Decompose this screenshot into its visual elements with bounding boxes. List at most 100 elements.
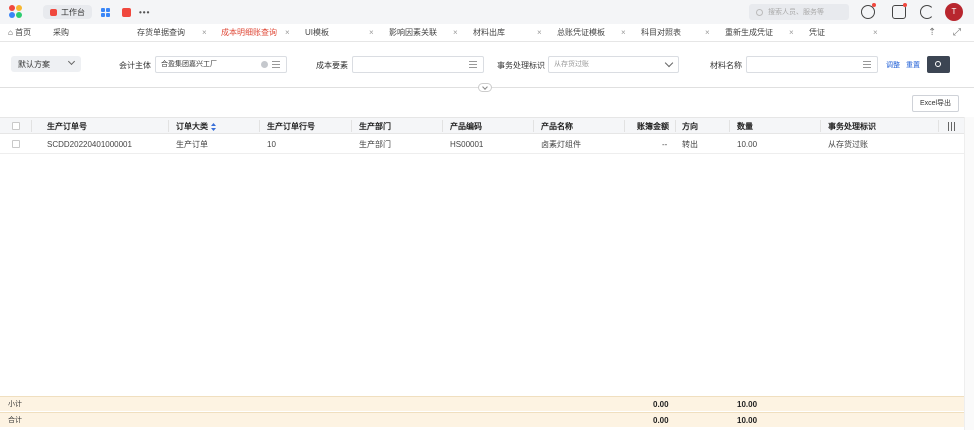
column-header-direction[interactable]: 方向: [682, 118, 698, 135]
avatar[interactable]: T: [945, 3, 963, 21]
tab-label: 存货单据查询: [137, 28, 185, 37]
total-row: 合计 0.00 10.00: [0, 412, 964, 427]
tab-label: UI模板: [305, 28, 329, 37]
tab-label: 采购: [53, 28, 69, 37]
workbench-icon: [50, 8, 57, 16]
reset-link[interactable]: 重置: [906, 60, 920, 70]
cell-dept: 生产部门: [359, 140, 391, 149]
close-icon[interactable]: ×: [537, 24, 542, 42]
subtotal-label: 小计: [8, 401, 22, 408]
tab-bar: ⌂ 首页 采购 存货单据查询 × 成本明细账查询 × UI模板 × 影响因素关联…: [0, 24, 974, 42]
tab-voucher[interactable]: 凭证 ×: [809, 24, 884, 42]
cell-direction: 转出: [682, 140, 698, 149]
transaction-flag-value: 从存货过账: [554, 61, 589, 68]
close-icon[interactable]: ×: [621, 24, 626, 42]
tab-material-outbound[interactable]: 材料出库 ×: [473, 24, 548, 42]
scheme-select[interactable]: 默认方案: [11, 56, 81, 72]
column-header-transaction-flag[interactable]: 事务处理标识: [828, 118, 876, 135]
cost-element-label: 成本要素: [316, 61, 348, 70]
close-icon[interactable]: ×: [705, 24, 710, 42]
headset-icon[interactable]: [920, 5, 934, 19]
tab-gl-voucher-template[interactable]: 总账凭证模板 ×: [557, 24, 632, 42]
collapse-filter-button[interactable]: [478, 83, 492, 92]
message-icon[interactable]: [892, 5, 906, 19]
tab-inventory-doc-query[interactable]: 存货单据查询 ×: [137, 24, 212, 42]
row-checkbox[interactable]: [12, 140, 20, 148]
apps-grid-icon[interactable]: [101, 7, 110, 17]
column-divider: [820, 120, 821, 132]
column-header-dept[interactable]: 生产部门: [359, 118, 391, 135]
app-logo-icon[interactable]: [9, 5, 23, 19]
cell-product-code: HS00001: [450, 140, 484, 149]
search-icon: [935, 61, 941, 67]
column-settings-icon[interactable]: [947, 122, 956, 131]
close-icon[interactable]: ×: [202, 24, 207, 42]
clear-icon[interactable]: [261, 61, 268, 68]
close-icon[interactable]: ×: [285, 24, 290, 42]
list-icon[interactable]: [272, 61, 280, 68]
tab-purchase[interactable]: 采购: [53, 24, 69, 42]
column-header-product-code[interactable]: 产品编码: [450, 118, 482, 135]
tab-factor-link[interactable]: 影响因素关联 ×: [389, 24, 464, 42]
help-badge: [872, 3, 876, 7]
tab-cost-detail-query[interactable]: 成本明细账查询 ×: [221, 24, 296, 42]
list-icon[interactable]: [863, 61, 871, 68]
tab-label: 首页: [15, 28, 32, 37]
tab-label: 成本明细账查询: [221, 28, 277, 37]
close-icon[interactable]: ×: [873, 24, 878, 42]
column-divider: [259, 120, 260, 132]
close-icon[interactable]: ×: [789, 24, 794, 42]
tab-label: 影响因素关联: [389, 28, 437, 37]
tab-home[interactable]: ⌂ 首页: [8, 24, 31, 42]
column-header-book-amount[interactable]: 账簿金额: [637, 118, 669, 135]
cell-order-category: 生产订单: [176, 140, 208, 149]
material-name-field[interactable]: [746, 56, 878, 73]
select-all-checkbox[interactable]: [12, 122, 20, 130]
table-row[interactable]: SCDD20220401000001 生产订单 10 生产部门 HS00001 …: [0, 135, 964, 154]
workbench-button[interactable]: 工作台: [43, 5, 92, 19]
cell-book-amount: --: [662, 140, 668, 149]
scheme-label: 默认方案: [18, 59, 50, 69]
sort-icon[interactable]: [211, 123, 216, 131]
vertical-scrollbar[interactable]: [964, 117, 974, 430]
workbench-label: 工作台: [61, 7, 85, 17]
material-name-label: 材料名称: [710, 61, 742, 70]
column-header-quantity[interactable]: 数量: [737, 118, 753, 135]
column-divider: [31, 120, 32, 132]
tab-regenerate-voucher[interactable]: 重新生成凭证 ×: [725, 24, 800, 42]
list-icon[interactable]: [469, 61, 477, 68]
tab-account-mapping[interactable]: 科目对照表 ×: [641, 24, 716, 42]
fullscreen-icon[interactable]: ⤢: [953, 27, 961, 38]
excel-export-button[interactable]: Excel导出: [912, 95, 959, 112]
column-divider: [442, 120, 443, 132]
column-divider: [351, 120, 352, 132]
column-header-order-category[interactable]: 订单大类: [176, 118, 208, 135]
subtotal-row: 小计 0.00 10.00: [0, 396, 964, 411]
chevron-down-icon: [664, 58, 674, 68]
total-quantity: 10.00: [737, 416, 758, 425]
search-button[interactable]: [927, 56, 950, 73]
column-header-product-name[interactable]: 产品名称: [541, 118, 573, 135]
cell-order-no: SCDD20220401000001: [47, 140, 132, 149]
app-icon[interactable]: [122, 7, 131, 17]
cost-element-field[interactable]: [352, 56, 484, 73]
global-search-input[interactable]: 搜索人员、服务等: [749, 4, 849, 20]
more-menu-icon[interactable]: •••: [139, 8, 150, 17]
transaction-flag-select[interactable]: 从存货过账: [548, 56, 679, 73]
scroll-up-icon[interactable]: ⇡: [928, 27, 936, 38]
close-icon[interactable]: ×: [369, 24, 374, 42]
column-divider: [675, 120, 676, 132]
column-header-order-no[interactable]: 生产订单号: [47, 118, 87, 135]
tab-label: 重新生成凭证: [725, 28, 773, 37]
subtotal-quantity: 10.00: [737, 400, 758, 409]
close-icon[interactable]: ×: [453, 24, 458, 42]
tab-ui-template[interactable]: UI模板 ×: [305, 24, 380, 42]
message-badge: [903, 3, 907, 7]
global-search-placeholder: 搜索人员、服务等: [768, 9, 824, 16]
adjust-link[interactable]: 调整: [886, 60, 900, 70]
column-header-order-line[interactable]: 生产订单行号: [267, 118, 315, 135]
total-label: 合计: [8, 417, 22, 424]
accounting-entity-field[interactable]: 合盈集团嘉兴工厂: [155, 56, 287, 73]
help-icon[interactable]: [861, 5, 875, 19]
tab-label: 材料出库: [473, 28, 505, 37]
